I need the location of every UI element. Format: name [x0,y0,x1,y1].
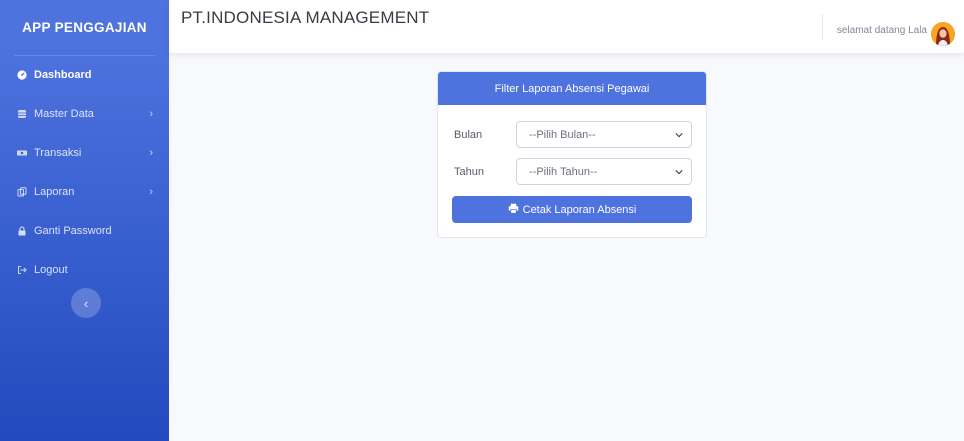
sidebar-item-transaksi[interactable]: Transaksi › [0,133,169,172]
topbar-divider [822,14,823,40]
chevron-down-icon [675,130,683,140]
card-title: Filter Laporan Absensi Pegawai [438,72,706,105]
print-report-button[interactable]: Cetak Laporan Absensi [452,196,692,223]
lock-icon [16,225,28,236]
company-title: PT.INDONESIA MANAGEMENT [181,8,430,27]
user-greeting[interactable]: selamat datang Lala [837,25,927,36]
tachometer-icon [16,69,28,80]
topbar: PT.INDONESIA MANAGEMENT selamat datang L… [169,0,964,53]
copy-icon [16,186,28,197]
sidebar-item-label: Dashboard [34,68,92,81]
sidebar-item-label: Master Data [34,107,94,120]
sidebar-item-master-data[interactable]: Master Data › [0,94,169,133]
sidebar-item-ganti-password[interactable]: Ganti Password [0,211,169,250]
sidebar: APP PENGGAJIAN Dashboard Master Data › T… [0,0,169,441]
chevron-down-icon [675,167,683,177]
sidebar-item-label: Laporan [34,185,75,198]
sidebar-item-logout[interactable]: Logout [0,250,169,289]
sidebar-item-label: Transaksi [34,146,82,159]
chevron-left-icon: ‹ [83,295,89,311]
chevron-right-icon: › [149,185,153,198]
sidebar-item-dashboard[interactable]: Dashboard [0,55,169,94]
money-icon [16,148,28,158]
bulan-label: Bulan [454,128,483,141]
sidebar-item-label: Logout [34,263,68,276]
sidebar-toggle-button[interactable]: ‹ [71,288,101,318]
print-button-label: Cetak Laporan Absensi [522,203,637,216]
tahun-label: Tahun [454,165,484,178]
tahun-select[interactable]: --Pilih Tahun-- [516,158,692,185]
filter-card: Filter Laporan Absensi Pegawai Bulan --P… [437,71,707,238]
avatar[interactable] [931,22,955,46]
database-icon [16,109,28,119]
tahun-row: Tahun --Pilih Tahun-- [454,158,692,185]
sidebar-item-laporan[interactable]: Laporan › [0,172,169,211]
print-icon [508,203,523,217]
chevron-right-icon: › [149,107,153,120]
sidebar-item-label: Ganti Password [34,224,112,237]
chevron-right-icon: › [149,146,153,159]
sign-out-icon [16,265,28,275]
bulan-row: Bulan --Pilih Bulan-- [454,121,692,148]
bulan-select[interactable]: --Pilih Bulan-- [516,121,692,148]
bulan-select-value: --Pilih Bulan-- [529,128,596,141]
brand-title[interactable]: APP PENGGAJIAN [14,0,155,56]
tahun-select-value: --Pilih Tahun-- [529,165,598,178]
